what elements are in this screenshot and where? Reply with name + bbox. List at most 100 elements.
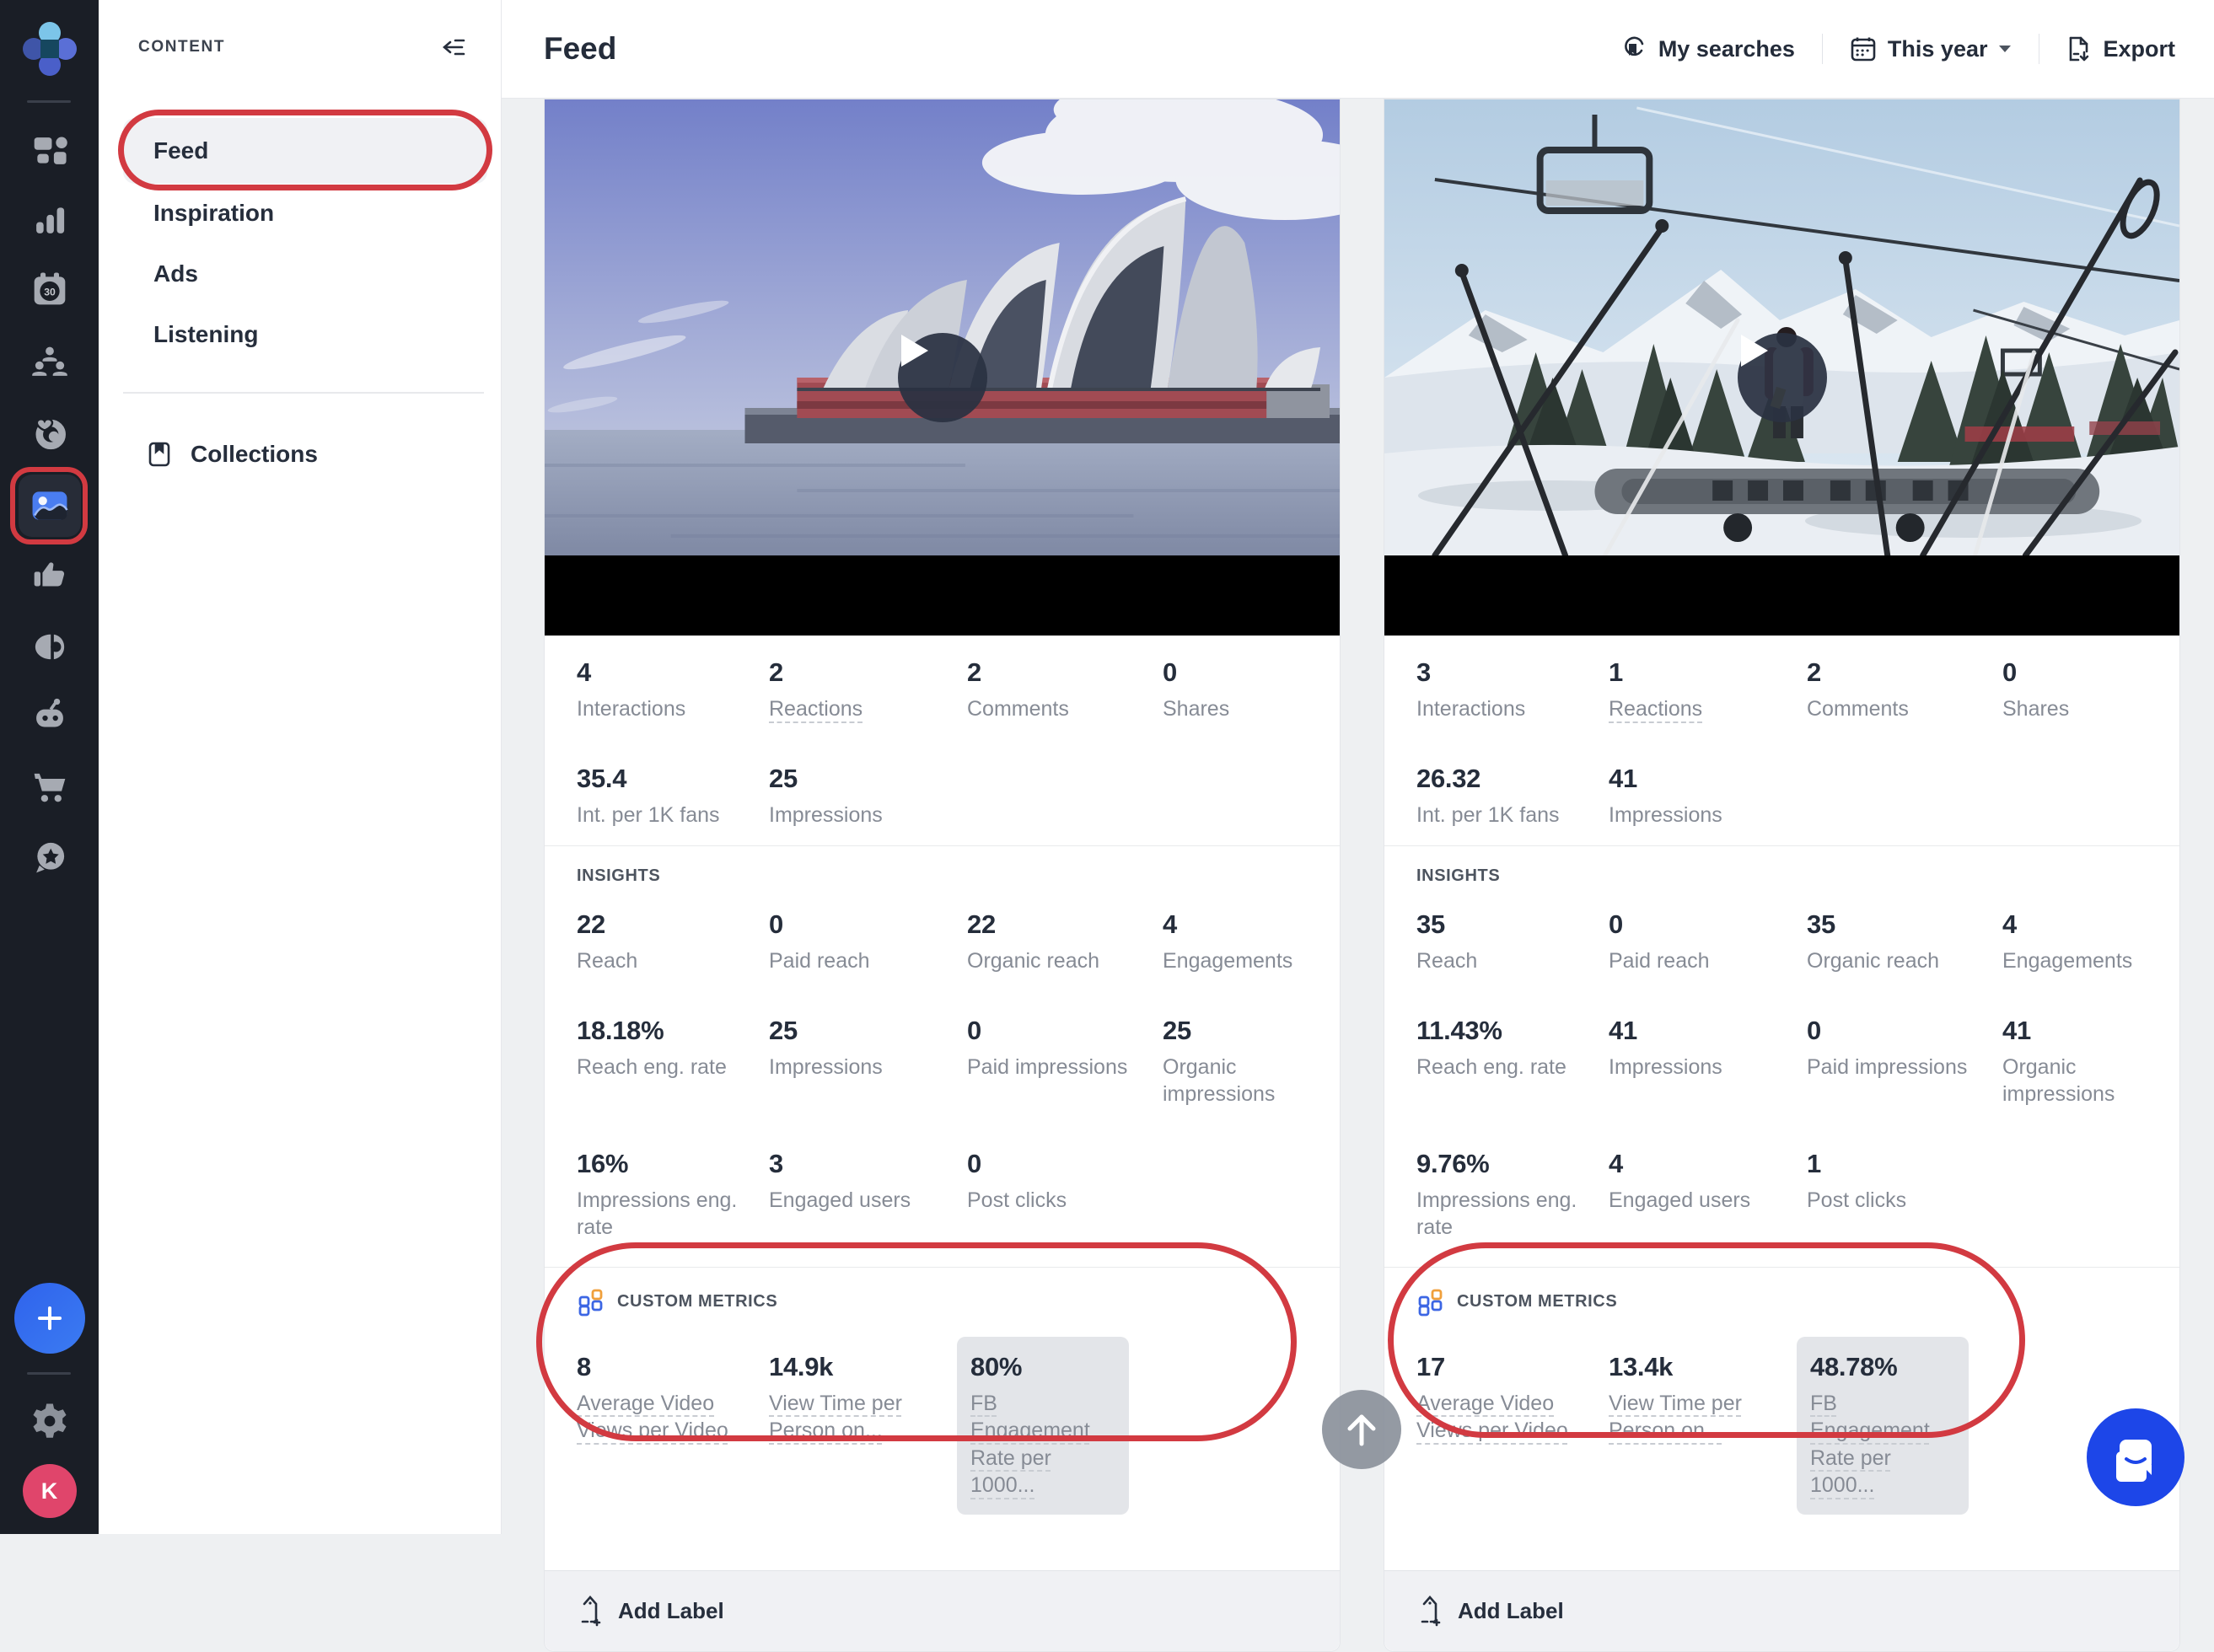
post-card-1: 4Interactions 2Reactions 2Comments 0Shar…	[544, 99, 1341, 1652]
export-file-icon	[2066, 35, 2092, 62]
sidebar-item-listening[interactable]: Listening	[153, 321, 258, 348]
custom-metrics-title: CUSTOM METRICS	[1457, 1292, 1617, 1311]
metric-label: Interactions	[577, 695, 754, 723]
insight: 1Post clicks	[1807, 1149, 2002, 1242]
insight: 3Engaged users	[769, 1149, 967, 1242]
insight-label: Impressions	[769, 1054, 946, 1081]
metric: 1Reactions	[1609, 657, 1807, 723]
custom-metric-value: 13.4k	[1609, 1352, 1797, 1382]
custom-metrics-section: CUSTOM METRICS 17Average Video Views per…	[1384, 1268, 2179, 1570]
avatar-initial: K	[23, 1464, 77, 1518]
metric-label-tooltip[interactable]: Reactions	[1609, 695, 1786, 723]
custom-metric-value: 80%	[970, 1352, 1115, 1382]
settings-icon[interactable]	[30, 1402, 69, 1440]
content-icon-active[interactable]	[19, 475, 81, 537]
insight-value: 9.76%	[1416, 1149, 1609, 1179]
add-label-text: Add Label	[618, 1598, 724, 1624]
bot-icon[interactable]	[31, 697, 68, 734]
reviews-icon[interactable]	[31, 839, 68, 876]
metric-label: Interactions	[1416, 695, 1593, 723]
insight: 0Paid impressions	[967, 1016, 1163, 1108]
ecommerce-icon[interactable]	[31, 770, 68, 807]
custom-metrics-icon	[1416, 1288, 1445, 1317]
insight-value: 35	[1416, 909, 1609, 940]
date-filter-label: This year	[1888, 36, 1988, 62]
insight-label: Organic reach	[1807, 947, 1984, 975]
export-button[interactable]: Export	[2066, 35, 2175, 62]
play-button[interactable]	[1738, 333, 1827, 422]
metric: 3 Interactions	[1416, 657, 1609, 723]
add-icon[interactable]	[14, 1283, 85, 1354]
insight: 0Paid reach	[1609, 909, 1807, 975]
insight-value: 4	[1163, 909, 1314, 940]
insight: 4Engagements	[2002, 909, 2154, 975]
custom-metric-value: 14.9k	[769, 1352, 957, 1382]
sidebar-item-ads[interactable]: Ads	[153, 260, 198, 287]
metric: 2Reactions	[769, 657, 967, 723]
post-card-2: 3Interactions 1Reactions 2Comments 0Shar…	[1384, 99, 2180, 1652]
insight-label: Post clicks	[967, 1187, 1144, 1215]
metric: 2Comments	[1807, 657, 2002, 723]
insight: 22Reach	[577, 909, 769, 975]
sidebar-item-collections[interactable]: Collections	[145, 440, 318, 469]
insight-value: 25	[769, 1016, 967, 1046]
my-searches-button[interactable]: My searches	[1622, 36, 1795, 62]
metric-label-tooltip[interactable]: Reactions	[769, 695, 946, 723]
insight-label: Impressions eng. rate	[1416, 1187, 1593, 1242]
insight-value: 1	[1807, 1149, 2002, 1179]
my-searches-label: My searches	[1658, 36, 1795, 62]
collapse-sidebar-icon[interactable]	[440, 34, 467, 61]
sidebar-item-feed[interactable]: Feed	[123, 118, 487, 184]
insight-value: 3	[769, 1149, 967, 1179]
insight-value: 41	[2002, 1016, 2154, 1046]
insight: 11.43%Reach eng. rate	[1416, 1016, 1609, 1108]
calendar-30-icon[interactable]: 30	[31, 271, 68, 308]
insight-value: 16%	[577, 1149, 769, 1179]
insight: 0Paid impressions	[1807, 1016, 2002, 1108]
insight: 22Organic reach	[967, 909, 1163, 975]
app-logo[interactable]	[22, 21, 78, 77]
custom-metric-label-tooltip[interactable]: View Time per Person on...	[769, 1390, 925, 1445]
insight-label: Organic reach	[967, 947, 1144, 975]
icon-rail: 30	[0, 0, 99, 1534]
custom-metric-label-tooltip[interactable]: View Time per Person on...	[1609, 1390, 1765, 1445]
avatar[interactable]: K	[23, 1464, 77, 1518]
play-button[interactable]	[898, 333, 987, 422]
dashboard-icon[interactable]	[31, 132, 68, 169]
collections-label: Collections	[191, 441, 318, 468]
insight-label: Reach eng. rate	[577, 1054, 754, 1081]
likes-icon[interactable]	[31, 556, 68, 593]
chat-widget-button[interactable]	[2087, 1408, 2184, 1506]
add-label-button[interactable]: Add Label	[545, 1570, 1340, 1651]
custom-metrics-title: CUSTOM METRICS	[617, 1292, 777, 1311]
custom-metric-label-tooltip[interactable]: FB Engagement Rate per 1000...	[1810, 1390, 1955, 1499]
analytics-icon[interactable]	[31, 201, 68, 239]
custom-metric-highlighted: 80% FB Engagement Rate per 1000...	[957, 1337, 1129, 1515]
insight-value: 0	[1609, 909, 1807, 940]
scroll-to-top-button[interactable]	[1322, 1390, 1401, 1469]
custom-metric-label-tooltip[interactable]: FB Engagement Rate per 1000...	[970, 1390, 1115, 1499]
metric-value: 2	[967, 657, 1163, 688]
team-icon[interactable]	[31, 344, 68, 381]
listening-icon[interactable]	[31, 626, 68, 663]
custom-metrics-icon	[577, 1288, 605, 1317]
insight: 9.76% Impressions eng. rate	[1416, 1149, 1609, 1242]
metric-label: Impressions	[1609, 802, 1786, 829]
letterbox	[1384, 555, 2179, 636]
date-filter-button[interactable]: This year	[1850, 35, 2012, 62]
sidebar-item-inspiration[interactable]: Inspiration	[153, 200, 274, 227]
custom-metric-label-tooltip[interactable]: Average Video Views per Video	[577, 1390, 758, 1445]
insight: 16%Impressions eng. rate	[577, 1149, 769, 1242]
insight-value: 0	[1807, 1016, 2002, 1046]
custom-metric: 8 Average Video Views per Video	[577, 1337, 769, 1445]
engagement-icon[interactable]	[31, 414, 68, 451]
metric-value: 26.32	[1416, 764, 1609, 794]
content-sidebar: CONTENT Feed Inspiration Ads Listening C…	[99, 0, 502, 1534]
custom-metric-label-tooltip[interactable]: Average Video Views per Video	[1416, 1390, 1598, 1445]
add-label-button[interactable]: Add Label	[1384, 1570, 2179, 1651]
metric: 4Interactions	[577, 657, 769, 723]
custom-metric-value: 8	[577, 1352, 769, 1382]
custom-metric: 13.4k View Time per Person on...	[1609, 1337, 1797, 1445]
metric-value: 3	[1416, 657, 1609, 688]
page-title: Feed	[544, 31, 616, 67]
